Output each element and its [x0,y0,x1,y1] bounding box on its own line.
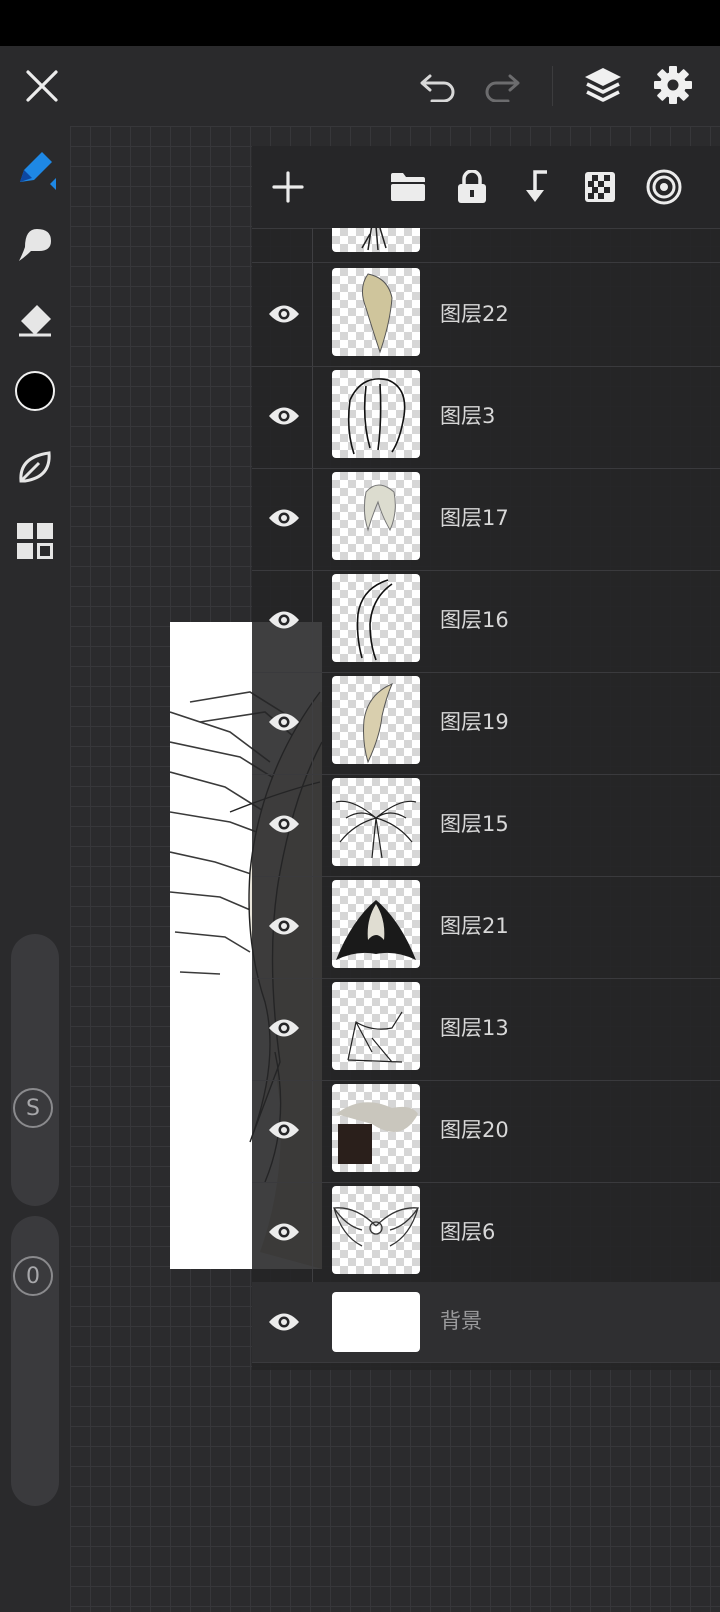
layer-name[interactable]: 图层19 [440,706,509,736]
checkerboard-icon[interactable] [578,165,622,209]
eye-icon[interactable] [264,1110,304,1150]
layer-thumbnail [332,574,420,662]
layer-row[interactable]: 图层6 [252,1180,720,1285]
status-bar [0,0,720,46]
layers-panel: 图层22 图层3 图层17 图层16 图层19 图层15 图层21 图层13 图… [252,146,720,1370]
eye-icon[interactable] [264,906,304,946]
eraser-icon[interactable] [12,298,58,344]
layer-row-background[interactable]: 背景 [252,1282,720,1363]
layer-name[interactable]: 图层22 [440,298,509,328]
opacity-label: 0 [26,1263,40,1289]
merge-down-icon[interactable] [514,165,558,209]
gear-icon[interactable] [648,60,698,110]
folder-icon[interactable] [386,165,430,209]
eye-icon[interactable] [264,804,304,844]
lock-icon[interactable] [450,165,494,209]
size-label: S [26,1095,40,1121]
layer-name[interactable]: 图层15 [440,808,509,838]
layer-thumbnail [332,982,420,1070]
layer-row-partial[interactable] [252,228,720,263]
brush-size-knob[interactable]: S [13,1088,53,1128]
layers-toolbar [252,146,720,229]
brush-size-slider[interactable] [11,934,59,1206]
layer-name[interactable]: 图层6 [440,1216,495,1246]
layer-name[interactable]: 图层3 [440,400,495,430]
background-thumbnail [332,1292,420,1352]
opacity-knob[interactable]: 0 [13,1256,53,1296]
layer-row[interactable]: 图层20 [252,1078,720,1183]
layer-thumbnail [332,228,420,252]
layer-row[interactable]: 图层19 [252,670,720,775]
eye-icon[interactable] [264,702,304,742]
eye-icon[interactable] [264,1302,304,1342]
eye-icon[interactable] [264,600,304,640]
pencil-icon[interactable] [12,146,58,192]
eye-icon[interactable] [264,1212,304,1252]
leaf-icon[interactable] [12,444,58,490]
grid-menu-icon[interactable] [12,518,58,564]
target-icon[interactable] [642,165,686,209]
layer-name[interactable]: 图层13 [440,1012,509,1042]
layer-thumbnail [332,268,420,356]
layer-thumbnail [332,1084,420,1172]
layers-icon[interactable] [578,60,628,110]
eye-icon[interactable] [264,498,304,538]
layer-thumbnail [332,880,420,968]
tools-sidebar: S 0 [0,126,70,1612]
plus-icon[interactable] [266,165,310,209]
brush-icon[interactable] [12,222,58,268]
layer-thumbnail [332,1186,420,1274]
layer-name[interactable]: 背景 [440,1305,482,1335]
undo-icon[interactable] [414,62,462,110]
redo-icon[interactable] [478,62,526,110]
close-icon[interactable] [18,62,66,110]
eye-icon[interactable] [264,396,304,436]
layer-row[interactable]: 图层13 [252,976,720,1081]
layer-row[interactable]: 图层3 [252,364,720,469]
layer-thumbnail [332,472,420,560]
color-picker-swatch[interactable] [12,368,58,414]
layer-row[interactable]: 图层17 [252,466,720,571]
layer-name[interactable]: 图层17 [440,502,509,532]
layer-row[interactable]: 图层16 [252,568,720,673]
top-toolbar [0,46,720,126]
toolbar-divider [552,66,553,106]
layer-row[interactable]: 图层21 [252,874,720,979]
layer-name[interactable]: 图层20 [440,1114,509,1144]
layer-name[interactable]: 图层21 [440,910,509,940]
layer-thumbnail [332,676,420,764]
layer-thumbnail [332,778,420,866]
layer-row[interactable]: 图层22 [252,262,720,367]
layer-row[interactable]: 图层15 [252,772,720,877]
eye-icon[interactable] [264,1008,304,1048]
layer-thumbnail [332,370,420,458]
layers-list[interactable]: 图层22 图层3 图层17 图层16 图层19 图层15 图层21 图层13 图… [252,228,720,1370]
layer-name[interactable]: 图层16 [440,604,509,634]
eye-icon[interactable] [264,294,304,334]
